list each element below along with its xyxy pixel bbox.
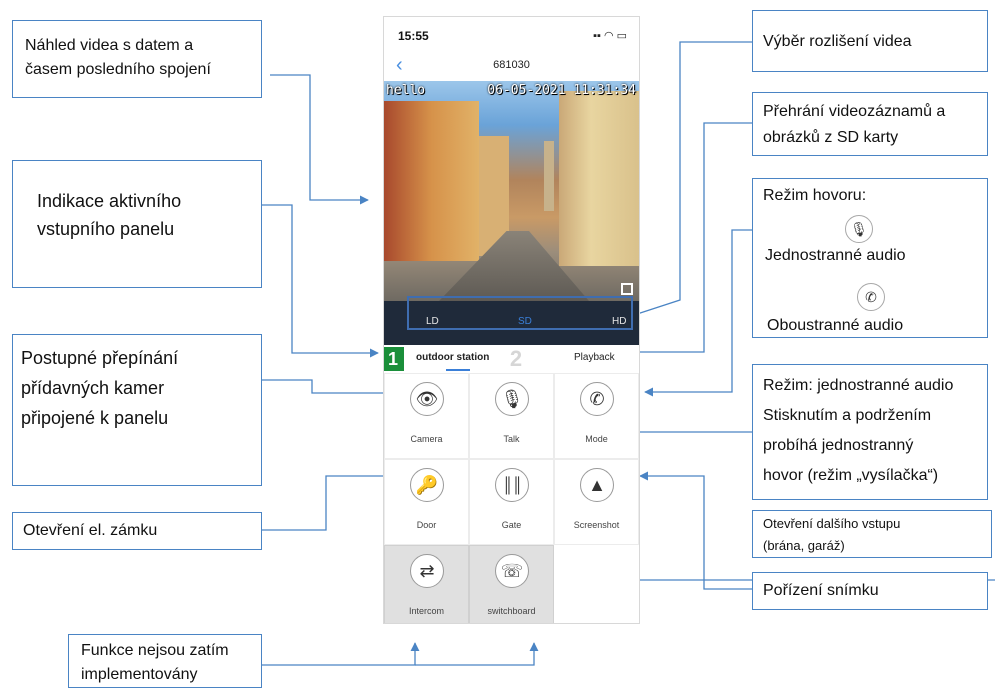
callout-active-panel: Indikace aktivního vstupního panelu	[12, 160, 262, 288]
nav-title: 681030	[493, 59, 530, 71]
callout-lock: Otevření el. zámku	[12, 512, 262, 550]
callout-two-way-text: Oboustranné audio	[767, 317, 904, 334]
callout-not-implemented-text: Funkce nejsou zatím implementovány	[81, 642, 229, 683]
video-tower	[544, 141, 554, 211]
switchboard-button[interactable]: ☏ switchboard	[469, 545, 554, 623]
callout-playback-text: Přehrání videozáznamů a obrázků z SD kar…	[763, 103, 946, 146]
switchboard-icon: ☏	[495, 554, 529, 588]
callout-one-way-text: Jednostranné audio	[765, 247, 906, 264]
callout-camera-switch: Postupné přepínání přídavných kamer přip…	[12, 334, 262, 486]
fullscreen-icon[interactable]	[621, 283, 633, 295]
station-2-badge[interactable]: 2	[506, 347, 526, 371]
microphone-icon: 🎙	[845, 215, 873, 243]
mode-label: Mode	[585, 434, 608, 444]
callout-resolution-text: Výběr rozlišení videa	[763, 33, 912, 50]
callout-lock-text: Otevření el. zámku	[23, 522, 158, 539]
callout-not-implemented: Funkce nejsou zatím implementovány	[68, 634, 262, 688]
callout-gate: Otevření dalšího vstupu (brána, garáž)	[752, 510, 992, 558]
callout-video-preview-text: Náhled videa s datem a časem posledního …	[25, 37, 211, 78]
video-osd-label: hello	[386, 83, 426, 98]
screenshot-button[interactable]: ▲ Screenshot	[554, 459, 639, 545]
callout-snapshot-text: Pořízení snímku	[763, 582, 879, 599]
picture-icon: ▲	[580, 468, 614, 502]
station-1-badge[interactable]: 1	[384, 347, 404, 371]
microphone-icon: 🎙	[495, 382, 529, 416]
intercom-icon: ⇄	[410, 554, 444, 588]
tab-playback[interactable]: Playback	[574, 352, 615, 363]
tab-outdoor-station[interactable]: outdoor station	[416, 352, 489, 363]
two-way-phone-icon: ✆	[857, 283, 885, 311]
active-tab-underline	[446, 369, 470, 371]
mode-button[interactable]: ✆ Mode	[554, 373, 639, 459]
status-time: 15:55	[398, 29, 429, 43]
callout-snapshot: Pořízení snímku	[752, 572, 988, 610]
video-building-left	[384, 101, 479, 261]
gate-button[interactable]: ║║ Gate	[469, 459, 554, 545]
callout-mode-description: Režim: jednostranné audio Stisknutím a p…	[752, 364, 988, 500]
camera-button[interactable]: 👁 Camera	[384, 373, 469, 459]
callout-camera-switch-text: Postupné přepínání přídavných kamer přip…	[21, 348, 179, 428]
status-system-icons: ▪▪ ◠ ▭	[593, 30, 627, 42]
video-building-right	[559, 91, 639, 266]
door-button[interactable]: 🔑 Door	[384, 459, 469, 545]
gate-icon: ║║	[495, 468, 529, 502]
video-osd-datetime: 06-05-2021 11:31:34	[487, 83, 636, 98]
key-icon: 🔑	[410, 468, 444, 502]
eye-icon: 👁	[410, 382, 444, 416]
callout-gate-text: Otevření dalšího vstupu (brána, garáž)	[763, 516, 901, 553]
callout-call-mode-title: Režim hovoru:	[763, 187, 867, 204]
status-bar: 15:55 ▪▪ ◠ ▭	[384, 17, 639, 51]
video-preview[interactable]: hello 06-05-2021 11:31:34	[384, 81, 639, 301]
intercom-button[interactable]: ⇄ Intercom	[384, 545, 469, 623]
callout-playback: Přehrání videozáznamů a obrázků z SD kar…	[752, 92, 988, 156]
camera-label: Camera	[410, 434, 443, 444]
callout-call-mode: Režim hovoru: 🎙 Jednostranné audio ✆ Obo…	[752, 178, 988, 338]
callout-video-preview: Náhled videa s datem a časem posledního …	[12, 20, 262, 98]
station-tabs: 1 outdoor station 2 Playback	[384, 347, 639, 373]
switchboard-label: switchboard	[487, 606, 536, 616]
resolution-highlight-frame	[407, 296, 633, 330]
screenshot-label: Screenshot	[573, 520, 620, 530]
callout-mode-description-text: Režim: jednostranné audio Stisknutím a p…	[763, 377, 954, 484]
callout-active-panel-text: Indikace aktivního vstupního panelu	[37, 191, 182, 239]
talk-label: Talk	[503, 434, 520, 444]
talk-button[interactable]: 🎙 Talk	[469, 373, 554, 459]
phone-mic-icon: ✆	[580, 382, 614, 416]
intercom-label: Intercom	[408, 606, 444, 616]
gate-label: Gate	[501, 520, 522, 530]
door-label: Door	[416, 520, 437, 530]
nav-bar: ‹ 681030	[384, 53, 639, 79]
callout-resolution: Výběr rozlišení videa	[752, 10, 988, 72]
